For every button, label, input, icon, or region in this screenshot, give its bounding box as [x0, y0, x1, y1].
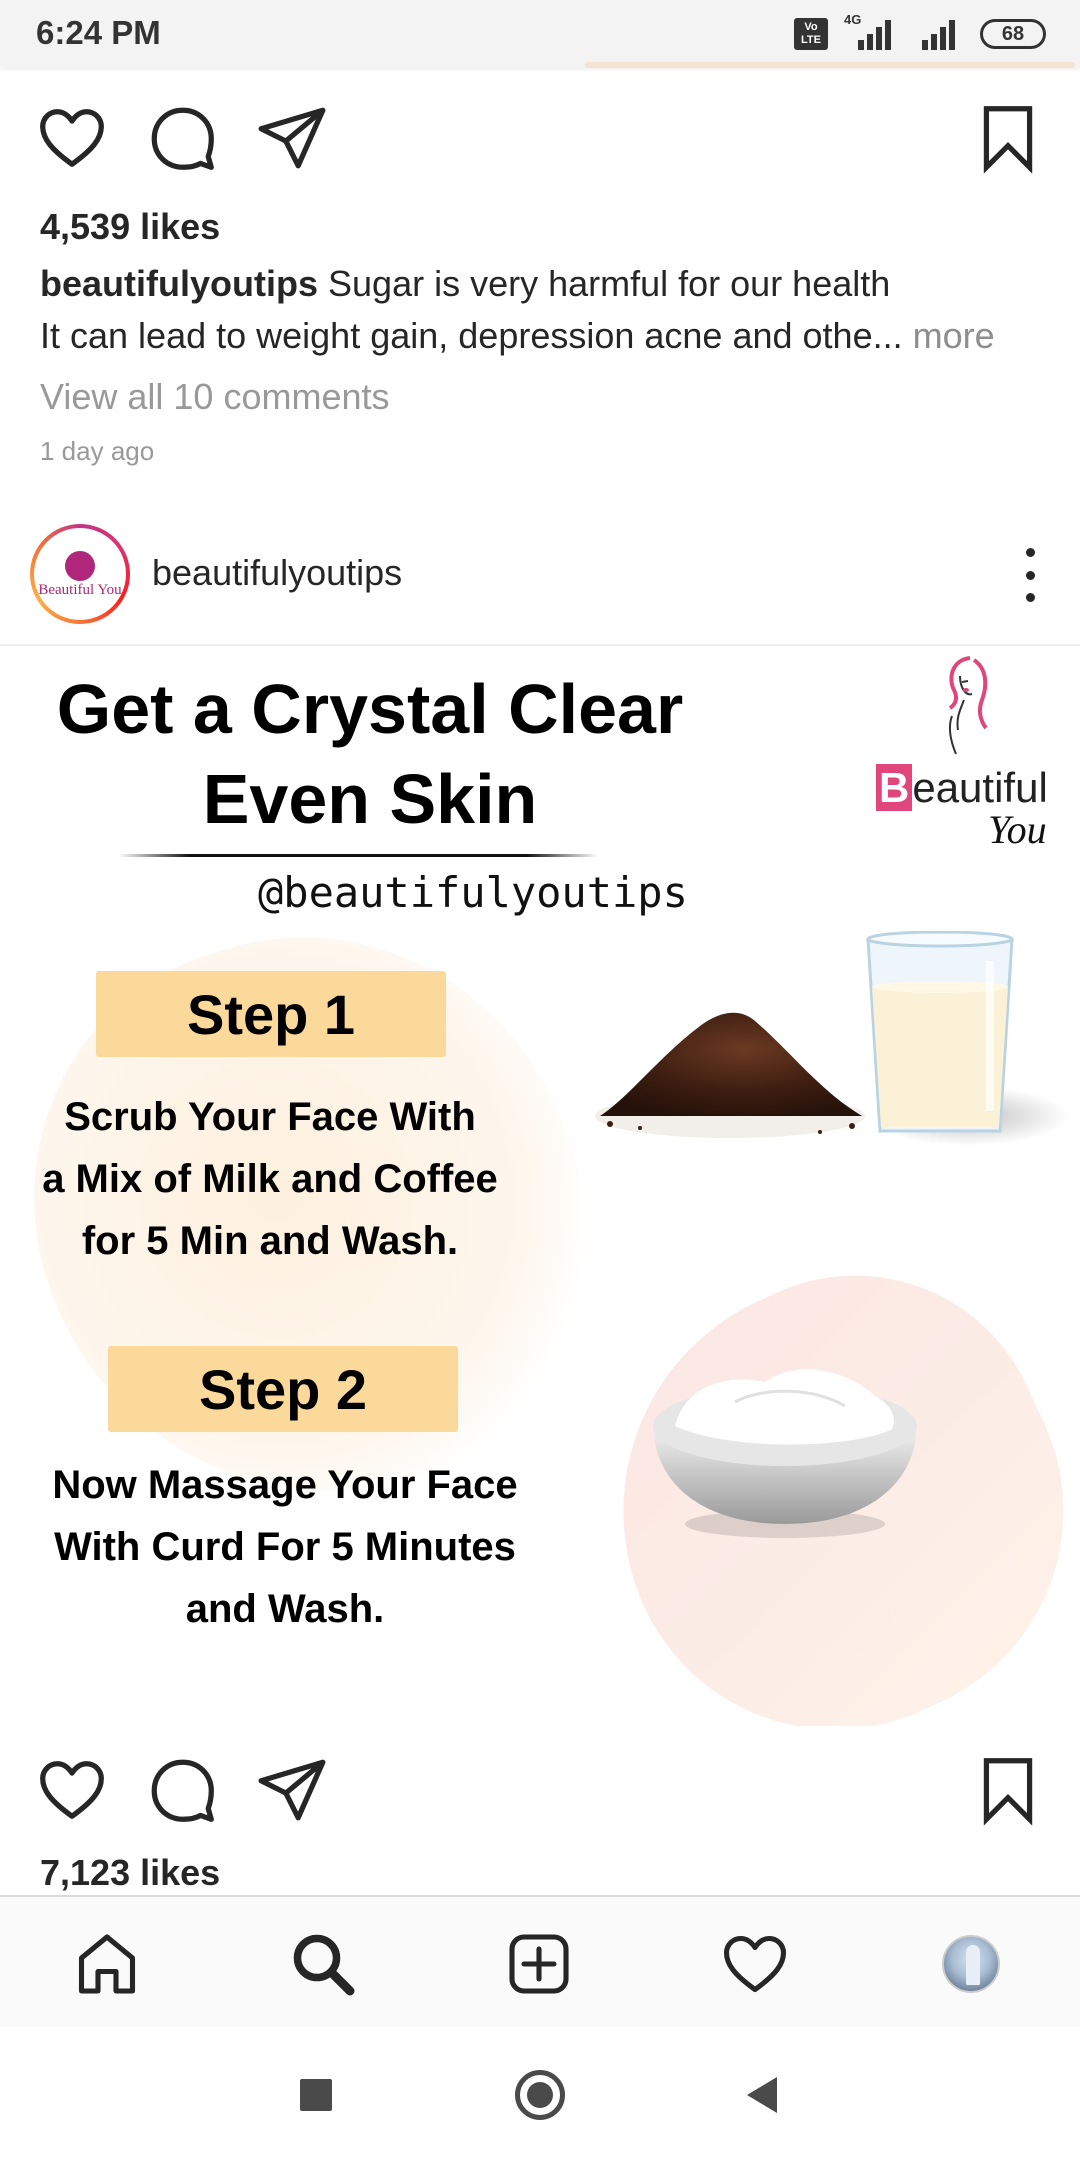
post-header: Beautiful You beautifulyoutips: [0, 518, 1080, 644]
image-title-line: Get a Crystal Clear: [56, 670, 684, 748]
comment-bubble-icon: [151, 107, 214, 170]
caption-continued: It can lead to weight gain, depression a…: [40, 315, 995, 357]
square-icon: [300, 2079, 332, 2111]
heart-icon: [40, 1761, 104, 1819]
status-bar: 6:24 PM Vo LTE 4G 68: [0, 0, 1080, 68]
post-actions: [0, 100, 1080, 200]
bookmark-icon: [983, 1758, 1033, 1826]
step-2-badge: Step 2: [108, 1346, 458, 1432]
nav-home[interactable]: [70, 1927, 144, 2001]
nav-search[interactable]: [286, 1927, 360, 2001]
more-link[interactable]: more: [903, 315, 995, 356]
post-username[interactable]: beautifulyoutips: [152, 552, 402, 594]
nav-profile[interactable]: [934, 1927, 1008, 2001]
avatar: [942, 1935, 1000, 1993]
step-1-badge: Step 1: [96, 971, 446, 1057]
save-button[interactable]: [970, 1752, 1046, 1828]
previous-post-edge: [585, 62, 1075, 68]
circle-icon: [515, 2070, 565, 2120]
comment-bubble-icon: [151, 1759, 214, 1822]
status-icons: Vo LTE 4G 68: [794, 12, 1046, 54]
post-actions: [0, 1752, 1080, 1852]
like-count[interactable]: 7,123 likes: [40, 1852, 220, 1894]
step-1-text: Scrub Your Face With a Mix of Milk and C…: [42, 1095, 498, 1263]
like-count[interactable]: 4,539 likes: [40, 206, 220, 248]
bottom-nav: [0, 1895, 1080, 2027]
add-post-icon: [509, 1934, 569, 1994]
coffee-powder-image: [595, 1012, 865, 1138]
image-handle: @beautifulyoutips: [258, 868, 688, 917]
like-button[interactable]: [34, 100, 110, 176]
heart-icon: [723, 1935, 787, 1993]
woman-face-icon: [948, 656, 988, 755]
back-button[interactable]: [732, 2065, 792, 2125]
brand-script: You: [988, 807, 1047, 852]
milk-glass-image: [866, 931, 1014, 1133]
nav-add-post[interactable]: [502, 1927, 576, 2001]
image-title-line: Even Skin: [202, 760, 538, 838]
battery-icon: 68: [980, 19, 1046, 49]
more-options-button[interactable]: [1020, 548, 1040, 602]
logo-mark-icon: [65, 550, 95, 581]
back-triangle-icon: [747, 2077, 777, 2113]
paper-plane-icon: [258, 107, 326, 169]
view-comments-link[interactable]: View all 10 comments: [40, 376, 390, 418]
like-button[interactable]: [34, 1752, 110, 1828]
avatar-logo: Beautiful You: [34, 528, 126, 620]
caption-text-truncated: It can lead to weight gain, depression a…: [40, 315, 903, 356]
post-timestamp: 1 day ago: [40, 436, 155, 466]
comment-button[interactable]: [144, 100, 220, 176]
share-button[interactable]: [254, 100, 330, 176]
home-icon: [78, 1934, 136, 1994]
network-type-label: 4G: [844, 12, 862, 27]
bookmark-icon: [983, 106, 1033, 174]
caption: beautifulyoutips Sugar is very harmful f…: [40, 263, 890, 305]
volte-icon: Vo LTE: [794, 18, 828, 50]
paper-plane-icon: [258, 1759, 326, 1821]
save-button[interactable]: [970, 100, 1046, 176]
signal-4g-icon: 4G: [844, 12, 896, 52]
brand-name: Beautiful: [876, 764, 1048, 812]
status-time: 6:24 PM: [36, 14, 161, 51]
signal-icon: [912, 16, 964, 52]
system-nav-bar: [0, 2027, 1080, 2160]
share-button[interactable]: [254, 1752, 330, 1828]
home-system-button[interactable]: [510, 2065, 570, 2125]
heart-icon: [40, 109, 104, 167]
caption-text: Sugar is very harmful for our health: [328, 263, 891, 304]
title-underline: [118, 854, 598, 857]
post-image[interactable]: Get a Crystal Clear Even Skin @beautiful…: [0, 646, 1080, 1726]
nav-activity[interactable]: [718, 1927, 792, 2001]
curd-bowl-image: [653, 1369, 917, 1538]
search-icon: [293, 1934, 355, 1996]
caption-username[interactable]: beautifulyoutips: [40, 263, 318, 304]
step-2-text: Now Massage Your Face With Curd For 5 Mi…: [52, 1463, 518, 1631]
avatar-logo-text: Beautiful You: [38, 581, 122, 598]
recents-button[interactable]: [286, 2065, 346, 2125]
avatar[interactable]: Beautiful You: [30, 524, 130, 624]
image-title: Get a Crystal Clear Even Skin: [0, 664, 740, 844]
comment-button[interactable]: [144, 1752, 220, 1828]
brand-logo: Beautiful You: [870, 654, 1070, 864]
